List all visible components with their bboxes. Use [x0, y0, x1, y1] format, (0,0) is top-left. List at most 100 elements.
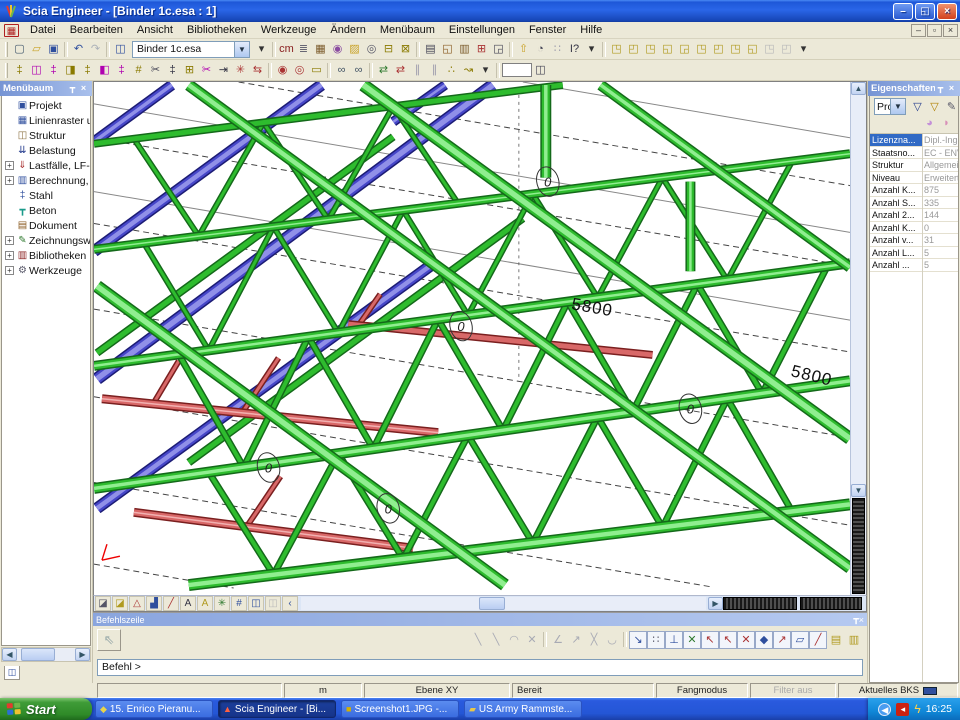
- menu-item[interactable]: Bearbeiten: [63, 23, 130, 37]
- pin-icon[interactable]: ┳: [67, 83, 78, 94]
- workspace-icon[interactable]: ◫: [112, 41, 129, 57]
- snap-grid-icon[interactable]: ∷: [647, 631, 665, 649]
- menu-item[interactable]: Ansicht: [130, 23, 180, 37]
- close-panel-icon[interactable]: ×: [859, 615, 864, 625]
- preview-icon[interactable]: ◱: [439, 41, 456, 57]
- snap-angle-icon[interactable]: ∠: [549, 631, 567, 649]
- start-button[interactable]: Start: [0, 698, 92, 720]
- redo-icon[interactable]: ↷: [87, 41, 104, 57]
- snap-int-icon[interactable]: ✕: [683, 631, 701, 649]
- addbox-icon[interactable]: ⊞: [473, 41, 490, 57]
- beam2-icon[interactable]: ◫: [28, 62, 45, 78]
- property-row[interactable]: Anzahl v... 31: [870, 234, 958, 247]
- erase1-icon[interactable]: ◪: [95, 596, 111, 611]
- hscroll-dark-thumb[interactable]: [723, 597, 797, 610]
- sidebar-item-stahl[interactable]: ‡ Stahl: [4, 188, 90, 203]
- save-icon[interactable]: ▣: [45, 41, 62, 57]
- textinfo-icon[interactable]: I?: [566, 41, 583, 57]
- paint-icon[interactable]: ◗: [938, 115, 955, 131]
- cut2-icon[interactable]: ✂: [198, 62, 215, 78]
- node2-icon[interactable]: ◎: [291, 62, 308, 78]
- snap-cursor-icon[interactable]: ↘: [629, 631, 647, 649]
- chevron-down-icon[interactable]: ▼: [234, 42, 249, 57]
- erase2-icon[interactable]: ◪: [112, 596, 128, 611]
- property-row[interactable]: Struktur Allgemei...: [870, 159, 958, 172]
- 3d-viewport[interactable]: 0000058005800: [94, 82, 850, 595]
- status-plane[interactable]: Ebene XY: [364, 683, 510, 698]
- pin-icon[interactable]: ┳: [935, 83, 946, 94]
- close-button[interactable]: ×: [937, 3, 957, 20]
- view5-icon[interactable]: ◲: [676, 41, 693, 57]
- sidebar-item-berechnung[interactable]: + ▥ Berechnung, FI: [4, 173, 90, 188]
- snap-ruler-icon[interactable]: ▤: [827, 631, 845, 649]
- expand-icon[interactable]: +: [5, 176, 14, 185]
- layers-icon[interactable]: ≣: [295, 41, 312, 57]
- windows-icon[interactable]: ◫: [532, 62, 549, 78]
- view2-icon[interactable]: ◰: [625, 41, 642, 57]
- gallery-icon[interactable]: ▦: [312, 41, 329, 57]
- task-usarmy[interactable]: ▰ US Army Rammste...: [464, 700, 582, 718]
- collapse-icon[interactable]: ‹: [282, 596, 298, 611]
- snap-arc-icon[interactable]: ◠: [505, 631, 523, 649]
- status-filter-toggle[interactable]: Filter aus: [750, 683, 836, 698]
- minimize-button[interactable]: –: [893, 3, 913, 20]
- view1-icon[interactable]: ◳: [608, 41, 625, 57]
- node1-icon[interactable]: ◉: [274, 62, 291, 78]
- select-icon[interactable]: ▭: [308, 62, 325, 78]
- sidebar-item-projekt[interactable]: ▣ Projekt: [4, 98, 90, 113]
- close-panel-icon[interactable]: ×: [78, 83, 89, 94]
- snap-diag-icon[interactable]: ╳: [585, 631, 603, 649]
- folder-icon[interactable]: ▨: [346, 41, 363, 57]
- view6-icon[interactable]: ◳: [693, 41, 710, 57]
- hscroll-dark-thumb2[interactable]: [800, 597, 862, 610]
- expand-icon[interactable]: [5, 221, 14, 230]
- sidebar-item-belastung[interactable]: ⇊ Belastung: [4, 143, 90, 158]
- close-panel-icon[interactable]: ×: [946, 83, 957, 94]
- print-icon[interactable]: ▤: [422, 41, 439, 57]
- menubaum-tab[interactable]: ◫: [4, 666, 20, 680]
- property-row[interactable]: Anzahl ... 5: [870, 259, 958, 272]
- hscroll-thumb[interactable]: [479, 597, 505, 610]
- expand-icon[interactable]: +: [5, 251, 14, 260]
- document-selector[interactable]: Binder 1c.esa ▼: [132, 41, 250, 58]
- beam3-icon[interactable]: ‡: [45, 62, 62, 78]
- property-row[interactable]: Anzahl 2... 144: [870, 209, 958, 222]
- dropdown4-icon[interactable]: ▾: [477, 62, 494, 78]
- pipe2-icon[interactable]: ∥: [426, 62, 443, 78]
- snap-line-icon[interactable]: ╲: [469, 631, 487, 649]
- chevron-down-icon[interactable]: ▼: [890, 99, 905, 114]
- pipe1-icon[interactable]: ∥: [409, 62, 426, 78]
- window1-icon[interactable]: ◫: [248, 596, 264, 611]
- property-row[interactable]: Staatsno... EC - ENV: [870, 147, 958, 160]
- cut-icon[interactable]: ✂: [147, 62, 164, 78]
- beam1-icon[interactable]: ‡: [11, 62, 28, 78]
- snap-line2-icon[interactable]: ╲: [487, 631, 505, 649]
- move2-icon[interactable]: ⇄: [392, 62, 409, 78]
- menu-item[interactable]: Ändern: [323, 23, 372, 37]
- menu-item[interactable]: Hilfe: [573, 23, 609, 37]
- chart-icon[interactable]: ▟: [146, 596, 162, 611]
- menu-item[interactable]: Menübaum: [373, 23, 442, 37]
- menu-item[interactable]: Werkzeuge: [254, 23, 323, 37]
- property-filter-combo[interactable]: Pro ▼: [874, 98, 906, 115]
- window2-icon[interactable]: ◫: [265, 596, 281, 611]
- snap-note-icon[interactable]: ▥: [845, 631, 863, 649]
- property-row[interactable]: Lizenzna... Dipl.-Ing...: [870, 134, 958, 147]
- move1-icon[interactable]: ⇄: [375, 62, 392, 78]
- pie-icon[interactable]: ◕: [921, 115, 938, 131]
- sidebar-item-struktur[interactable]: ◫ Struktur: [4, 128, 90, 143]
- scroll-left-icon[interactable]: ◀: [2, 648, 17, 661]
- snap-arrow-icon[interactable]: ↗: [567, 631, 585, 649]
- snap-mid-icon[interactable]: ◆: [755, 631, 773, 649]
- property-row[interactable]: Anzahl K... 0: [870, 222, 958, 235]
- view8-icon[interactable]: ◳: [727, 41, 744, 57]
- menu-item[interactable]: Bibliotheken: [180, 23, 254, 37]
- mdi-restore-button[interactable]: ▫: [927, 24, 942, 37]
- dropdown3-icon[interactable]: ▾: [795, 41, 812, 57]
- pencil-icon[interactable]: ✎: [943, 99, 959, 115]
- bed2-icon[interactable]: ⊠: [397, 41, 414, 57]
- snap-perp-icon[interactable]: ↗: [773, 631, 791, 649]
- snap-x-icon[interactable]: ✕: [523, 631, 541, 649]
- snap-curve-icon[interactable]: ◡: [603, 631, 621, 649]
- mdi-minimize-button[interactable]: –: [911, 24, 926, 37]
